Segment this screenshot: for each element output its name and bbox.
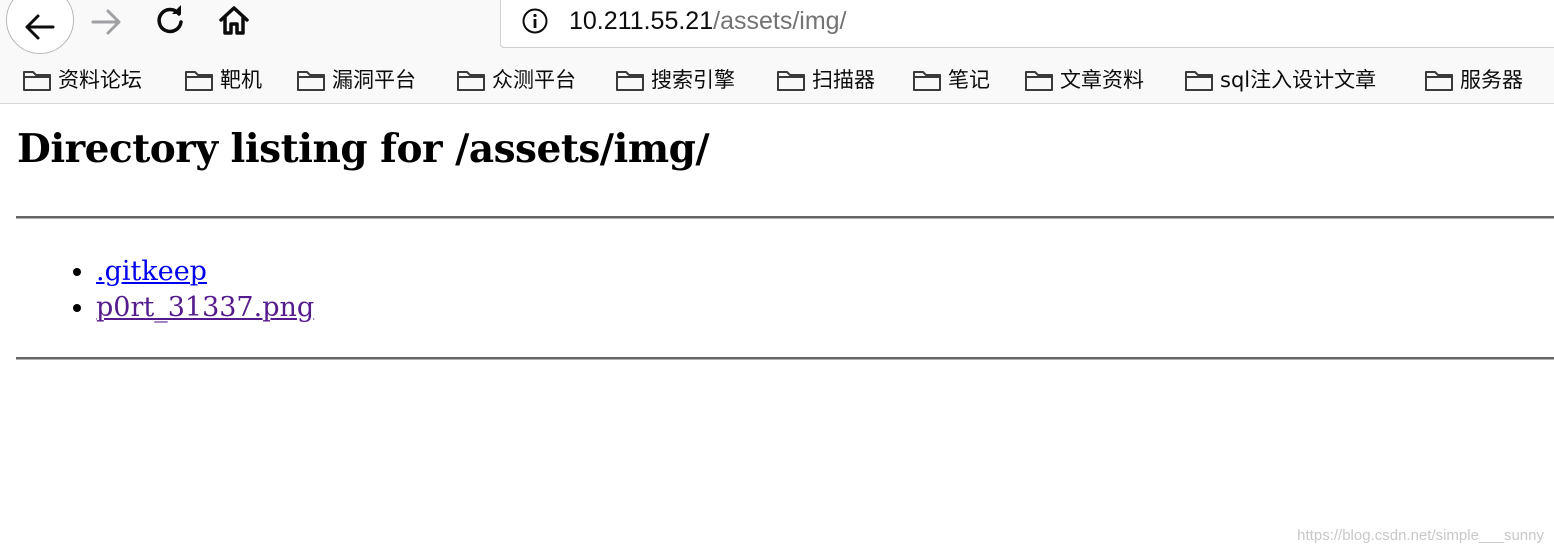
url-text[interactable]: 10.211.55.21/assets/img/	[569, 6, 847, 36]
folder-icon	[913, 71, 941, 91]
folder-icon	[297, 71, 325, 91]
bookmark-label: sql注入设计文章	[1220, 68, 1377, 92]
bookmark-label: 众测平台	[492, 68, 576, 92]
url-bar[interactable]: 10.211.55.21/assets/img/	[500, 0, 1554, 48]
folder-icon	[1185, 71, 1213, 91]
folder-icon	[1425, 71, 1453, 91]
bookmark-item[interactable]: 众测平台	[456, 65, 576, 95]
file-link-gitkeep[interactable]: .gitkeep	[96, 256, 207, 287]
divider	[16, 216, 1554, 219]
divider	[16, 357, 1554, 360]
bookmark-label: 靶机	[220, 68, 262, 92]
bookmark-item[interactable]: 靶机	[184, 65, 262, 95]
file-link-port-png[interactable]: p0rt_31337.png	[96, 292, 314, 323]
folder-icon	[23, 71, 51, 91]
forward-button[interactable]	[86, 2, 126, 42]
bookmark-item[interactable]: sql注入设计文章	[1184, 65, 1376, 95]
bookmark-item[interactable]: 漏洞平台	[296, 65, 416, 95]
bookmark-label: 文章资料	[1060, 68, 1144, 92]
home-icon	[219, 6, 249, 35]
page-content: Directory listing for /assets/img/ .gitk…	[0, 104, 1554, 552]
folder-icon	[616, 71, 644, 91]
watermark: https://blog.csdn.net/simple___sunny	[1297, 527, 1544, 544]
bookmarks-bar: 资料论坛 靶机 漏洞平台 众测平台 搜索引擎 扫描器 笔记 文章资料 sql注入…	[0, 54, 1554, 104]
file-list: .gitkeep p0rt_31337.png	[0, 254, 314, 326]
url-host: 10.211.55.21	[569, 7, 714, 35]
arrow-right-icon	[91, 9, 121, 35]
reload-button[interactable]	[150, 0, 190, 40]
folder-icon	[777, 71, 805, 91]
reload-icon	[157, 5, 183, 34]
back-button[interactable]	[6, 0, 74, 54]
bookmark-label: 搜索引擎	[651, 68, 735, 92]
bookmark-label: 漏洞平台	[332, 68, 416, 92]
bookmark-item[interactable]: 服务器	[1424, 65, 1523, 95]
list-item: .gitkeep	[96, 254, 314, 290]
list-item: p0rt_31337.png	[96, 290, 314, 326]
url-path: /assets/img/	[713, 7, 847, 35]
home-button[interactable]	[214, 0, 254, 40]
info-icon[interactable]	[521, 7, 549, 35]
bookmark-label: 资料论坛	[58, 68, 142, 92]
bookmark-item[interactable]: 搜索引擎	[615, 65, 735, 95]
bookmark-item[interactable]: 扫描器	[776, 65, 875, 95]
folder-icon	[185, 71, 213, 91]
bookmark-item[interactable]: 文章资料	[1024, 65, 1144, 95]
bookmark-label: 笔记	[948, 68, 990, 92]
bookmark-item[interactable]: 资料论坛	[22, 65, 142, 95]
bookmark-item[interactable]: 笔记	[912, 65, 990, 95]
bookmark-label: 扫描器	[812, 68, 875, 92]
arrow-left-icon	[25, 14, 55, 40]
bookmark-label: 服务器	[1460, 68, 1523, 92]
page-title: Directory listing for /assets/img/	[17, 126, 710, 172]
folder-icon	[457, 71, 485, 91]
folder-icon	[1025, 71, 1053, 91]
browser-toolbar: 10.211.55.21/assets/img/	[0, 0, 1554, 54]
